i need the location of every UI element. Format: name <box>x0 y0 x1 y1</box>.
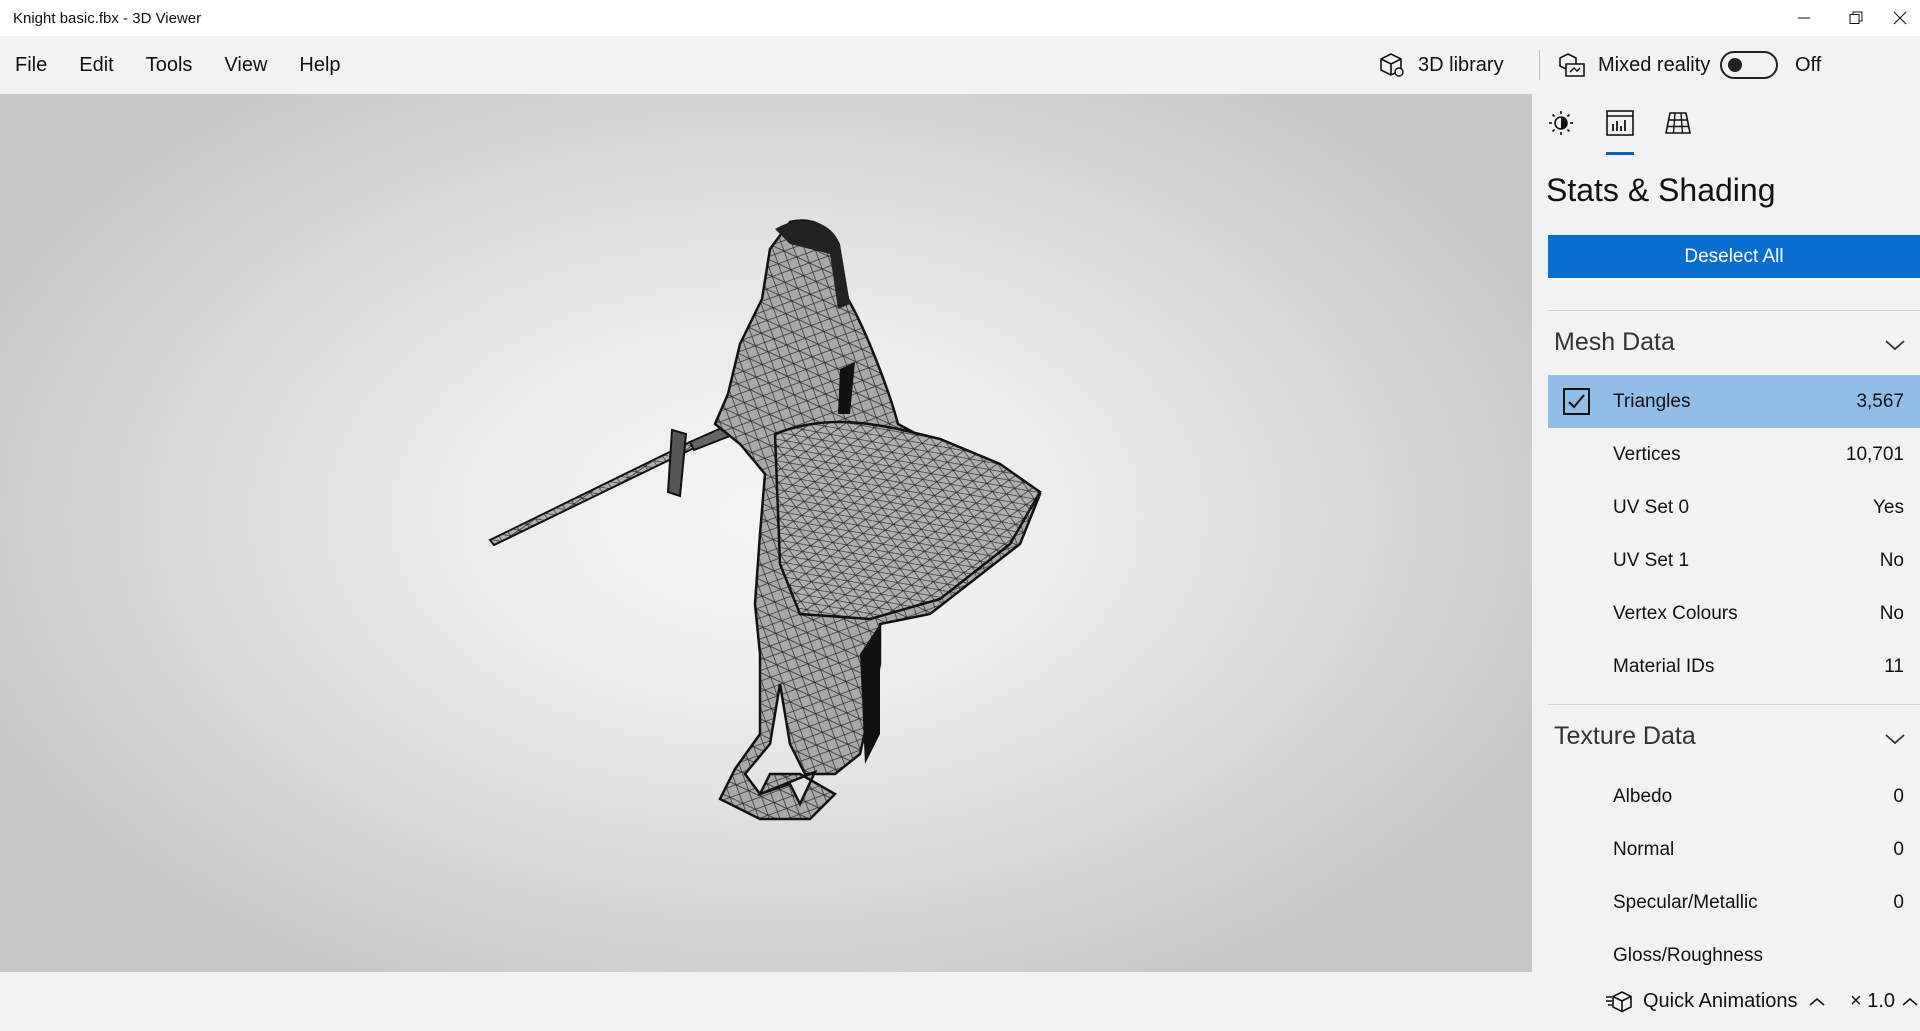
3d-viewport[interactable] <box>0 94 1532 972</box>
active-tab-indicator <box>1606 152 1634 155</box>
mesh-row-material-ids[interactable]: Material IDs 11 <box>1548 640 1920 693</box>
3d-library-button[interactable]: 3D library <box>1378 36 1504 94</box>
row-label: Normal <box>1613 838 1675 860</box>
cube-library-icon <box>1380 53 1404 77</box>
mixed-reality-icon <box>1559 53 1585 77</box>
checkmark-icon <box>1568 394 1585 409</box>
playback-speed-button[interactable]: × 1.0 <box>1850 972 1919 1031</box>
close-button[interactable] <box>1874 0 1920 36</box>
row-label: Triangles <box>1613 390 1691 412</box>
tab-stats[interactable] <box>1605 108 1635 138</box>
row-label: Specular/Metallic <box>1613 891 1758 913</box>
status-bar: Quick Animations × 1.0 <box>0 972 1920 1031</box>
row-value: 0 <box>1893 785 1904 807</box>
row-value: Yes <box>1873 496 1904 518</box>
toggle-knob <box>1728 58 1742 72</box>
texture-row-normal[interactable]: Normal 0 <box>1548 823 1920 876</box>
quick-animations-label: Quick Animations <box>1643 990 1798 1012</box>
menu-file[interactable]: File <box>0 36 63 94</box>
stats-panel: Stats & Shading Deselect All Mesh Data T… <box>1532 94 1920 972</box>
chevron-down-icon[interactable] <box>1884 338 1906 352</box>
texture-row-specular-metallic[interactable]: Specular/Metallic 0 <box>1548 876 1920 929</box>
window-title: Knight basic.fbx - 3D Viewer <box>13 9 202 27</box>
panel-tabs <box>1532 94 1920 156</box>
restore-icon <box>1849 11 1863 24</box>
animation-cube-icon <box>1606 990 1632 1012</box>
row-label: Material IDs <box>1613 655 1715 677</box>
texture-row-albedo[interactable]: Albedo 0 <box>1548 770 1920 823</box>
stats-chart-icon <box>1606 110 1634 136</box>
grid-icon <box>1665 112 1691 134</box>
speed-label: × 1.0 <box>1850 990 1896 1012</box>
tab-lighting[interactable] <box>1546 108 1576 138</box>
divider <box>1548 704 1920 705</box>
mesh-row-uv-set-0[interactable]: UV Set 0 Yes <box>1548 481 1920 534</box>
mixed-reality-toggle[interactable] <box>1720 51 1778 79</box>
row-label: Gloss/Roughness <box>1613 944 1763 966</box>
texture-data-heading[interactable]: Texture Data <box>1554 722 1696 751</box>
row-label: UV Set 1 <box>1613 549 1690 571</box>
chevron-down-icon[interactable] <box>1884 732 1906 746</box>
minimize-icon <box>1798 17 1810 19</box>
row-value: 11 <box>1884 655 1904 677</box>
mesh-row-vertex-colours[interactable]: Vertex Colours No <box>1548 587 1920 640</box>
panel-title: Stats & Shading <box>1546 172 1776 208</box>
divider <box>1548 310 1920 311</box>
deselect-all-button[interactable]: Deselect All <box>1548 235 1920 278</box>
quick-animations-button[interactable]: Quick Animations <box>1605 972 1826 1031</box>
menu-help[interactable]: Help <box>283 36 356 94</box>
sun-icon <box>1549 111 1573 135</box>
chevron-up-icon <box>1808 997 1825 1006</box>
menu-edit[interactable]: Edit <box>63 36 129 94</box>
tab-grid[interactable] <box>1663 108 1693 138</box>
row-label: Vertex Colours <box>1613 602 1738 624</box>
row-value: 0 <box>1893 891 1904 913</box>
mesh-row-uv-set-1[interactable]: UV Set 1 No <box>1548 534 1920 587</box>
mesh-row-vertices[interactable]: Vertices 10,701 <box>1548 428 1920 481</box>
knight-model <box>488 219 1042 821</box>
texture-row-gloss-roughness[interactable]: Gloss/Roughness <box>1548 929 1920 972</box>
checkbox-checked[interactable] <box>1563 388 1590 415</box>
mixed-reality-label: Mixed reality <box>1598 53 1711 76</box>
3d-library-label: 3D library <box>1418 53 1504 76</box>
row-value: No <box>1879 602 1904 624</box>
title-bar: Knight basic.fbx - 3D Viewer <box>0 0 1920 36</box>
minimize-button[interactable] <box>1778 0 1830 36</box>
menu-view[interactable]: View <box>208 36 283 94</box>
close-icon <box>1893 11 1907 25</box>
mixed-reality-button[interactable]: Mixed reality <box>1558 36 1710 94</box>
mesh-row-triangles[interactable]: Triangles 3,567 <box>1548 375 1920 428</box>
row-value: 3,567 <box>1856 390 1904 412</box>
menu-tools[interactable]: Tools <box>130 36 209 94</box>
row-label: Albedo <box>1613 785 1673 807</box>
chevron-up-icon <box>1902 997 1918 1006</box>
row-value: 10,701 <box>1845 443 1904 465</box>
toolbar-divider <box>1539 50 1540 80</box>
mixed-reality-state: Off <box>1795 53 1822 76</box>
row-label: Vertices <box>1613 443 1681 465</box>
mesh-data-heading[interactable]: Mesh Data <box>1554 328 1675 357</box>
row-label: UV Set 0 <box>1613 496 1690 518</box>
row-value: 0 <box>1893 838 1904 860</box>
row-value: No <box>1879 549 1904 571</box>
